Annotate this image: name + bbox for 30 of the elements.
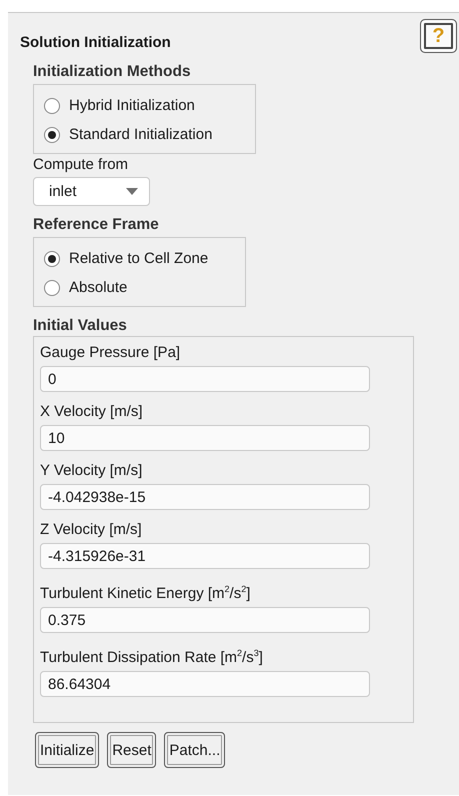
input-field[interactable]: 0.375 — [40, 607, 370, 633]
caret-icon — [126, 188, 138, 195]
input-field[interactable]: 10 — [40, 425, 370, 451]
section-title: Initial Values — [33, 317, 127, 335]
radio-label: Relative to Cell Zone — [69, 250, 208, 267]
field-label: Turbulent Kinetic Energy [m$^{2}$/s$^{2}$] — [40, 583, 252, 604]
radio-label: Standard Initialization — [69, 126, 212, 143]
panel-title: Solution Initialization — [20, 34, 171, 50]
radio-label: Hybrid Initialization — [69, 97, 195, 114]
field-label: Turbulent Dissipation Rate [m$^{2}$/s$^{3}$] — [40, 647, 264, 668]
field-label: Z Velocity [m/s] — [40, 520, 143, 540]
section-title: Reference Frame — [33, 216, 159, 234]
input-field[interactable]: -4.042938e-15 — [40, 484, 370, 510]
section-title: Initialization Methods — [33, 63, 191, 81]
radio-label: Absolute — [69, 279, 128, 296]
input-field[interactable]: 86.64304 — [40, 671, 370, 697]
radio-button[interactable] — [44, 98, 60, 114]
action-button[interactable]: Reset — [107, 732, 156, 768]
input-field[interactable]: -4.315926e-31 — [40, 543, 370, 569]
action-button[interactable]: Initialize — [35, 732, 100, 768]
radio-button[interactable] — [44, 126, 60, 142]
field-label: X Velocity [m/s] — [40, 402, 144, 422]
field-label: Compute from — [33, 156, 128, 173]
field-label: Gauge Pressure [Pa] — [40, 343, 182, 363]
input-field[interactable]: 0 — [40, 366, 370, 392]
dropdown[interactable]: inlet — [33, 177, 150, 206]
field-label: Y Velocity [m/s] — [40, 461, 144, 481]
radio-button[interactable] — [44, 250, 60, 266]
radio-button[interactable] — [44, 280, 60, 296]
action-button[interactable]: Patch... — [164, 732, 226, 768]
